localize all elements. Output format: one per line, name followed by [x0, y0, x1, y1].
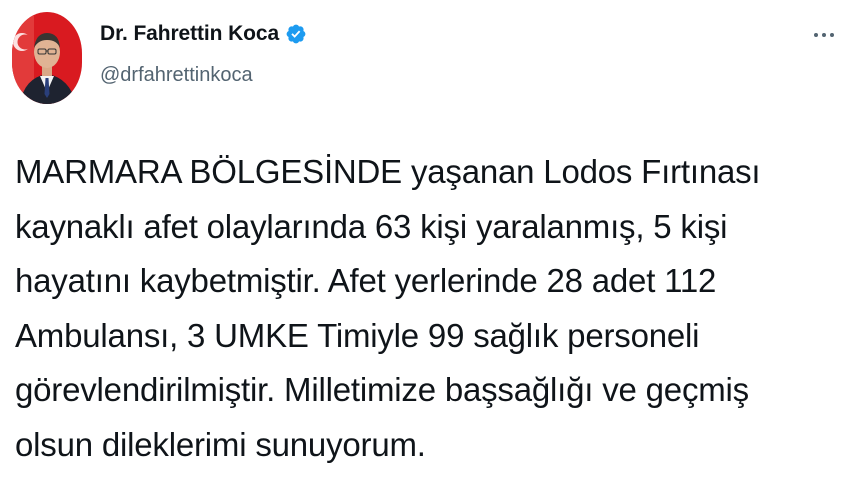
tweet-text-line: Ambulansı, 3 UMKE Timiyle 99 sağlık pers…	[15, 316, 700, 354]
tweet-text-line: hayatını kaybetmiştir. Afet yerlerinde 2…	[15, 262, 717, 299]
tweet-text-line: görevlendirilmiştir. Milletimize başsağl…	[15, 371, 749, 408]
author-handle[interactable]: @drfahrettinkoca	[100, 64, 253, 87]
tweet-card: Dr. Fahrettin Koca @drfahrettinkoca MARM…	[0, 0, 850, 480]
verified-badge-icon	[285, 23, 307, 45]
more-options-icon-dot	[822, 33, 826, 37]
more-options-button[interactable]	[806, 20, 842, 50]
tweet-text-line: MARMARA BÖLGESİNDE yaşanan Lodos Fırtına…	[15, 153, 761, 190]
avatar-photo-icon	[12, 12, 82, 104]
more-options-icon	[814, 33, 818, 37]
more-options-icon-dot	[830, 33, 834, 37]
tweet-text-line: kaynaklı afet olaylarında 63 kişi yarala…	[15, 207, 728, 245]
author-name-row[interactable]: Dr. Fahrettin Koca	[100, 22, 307, 46]
profile-avatar[interactable]	[12, 12, 82, 104]
tweet-text: MARMARA BÖLGESİNDE yaşanan Lodos Fırtına…	[15, 145, 815, 472]
author-display-name[interactable]: Dr. Fahrettin Koca	[100, 22, 279, 46]
tweet-text-line: olsun dileklerimi sunuyorum.	[15, 425, 426, 463]
